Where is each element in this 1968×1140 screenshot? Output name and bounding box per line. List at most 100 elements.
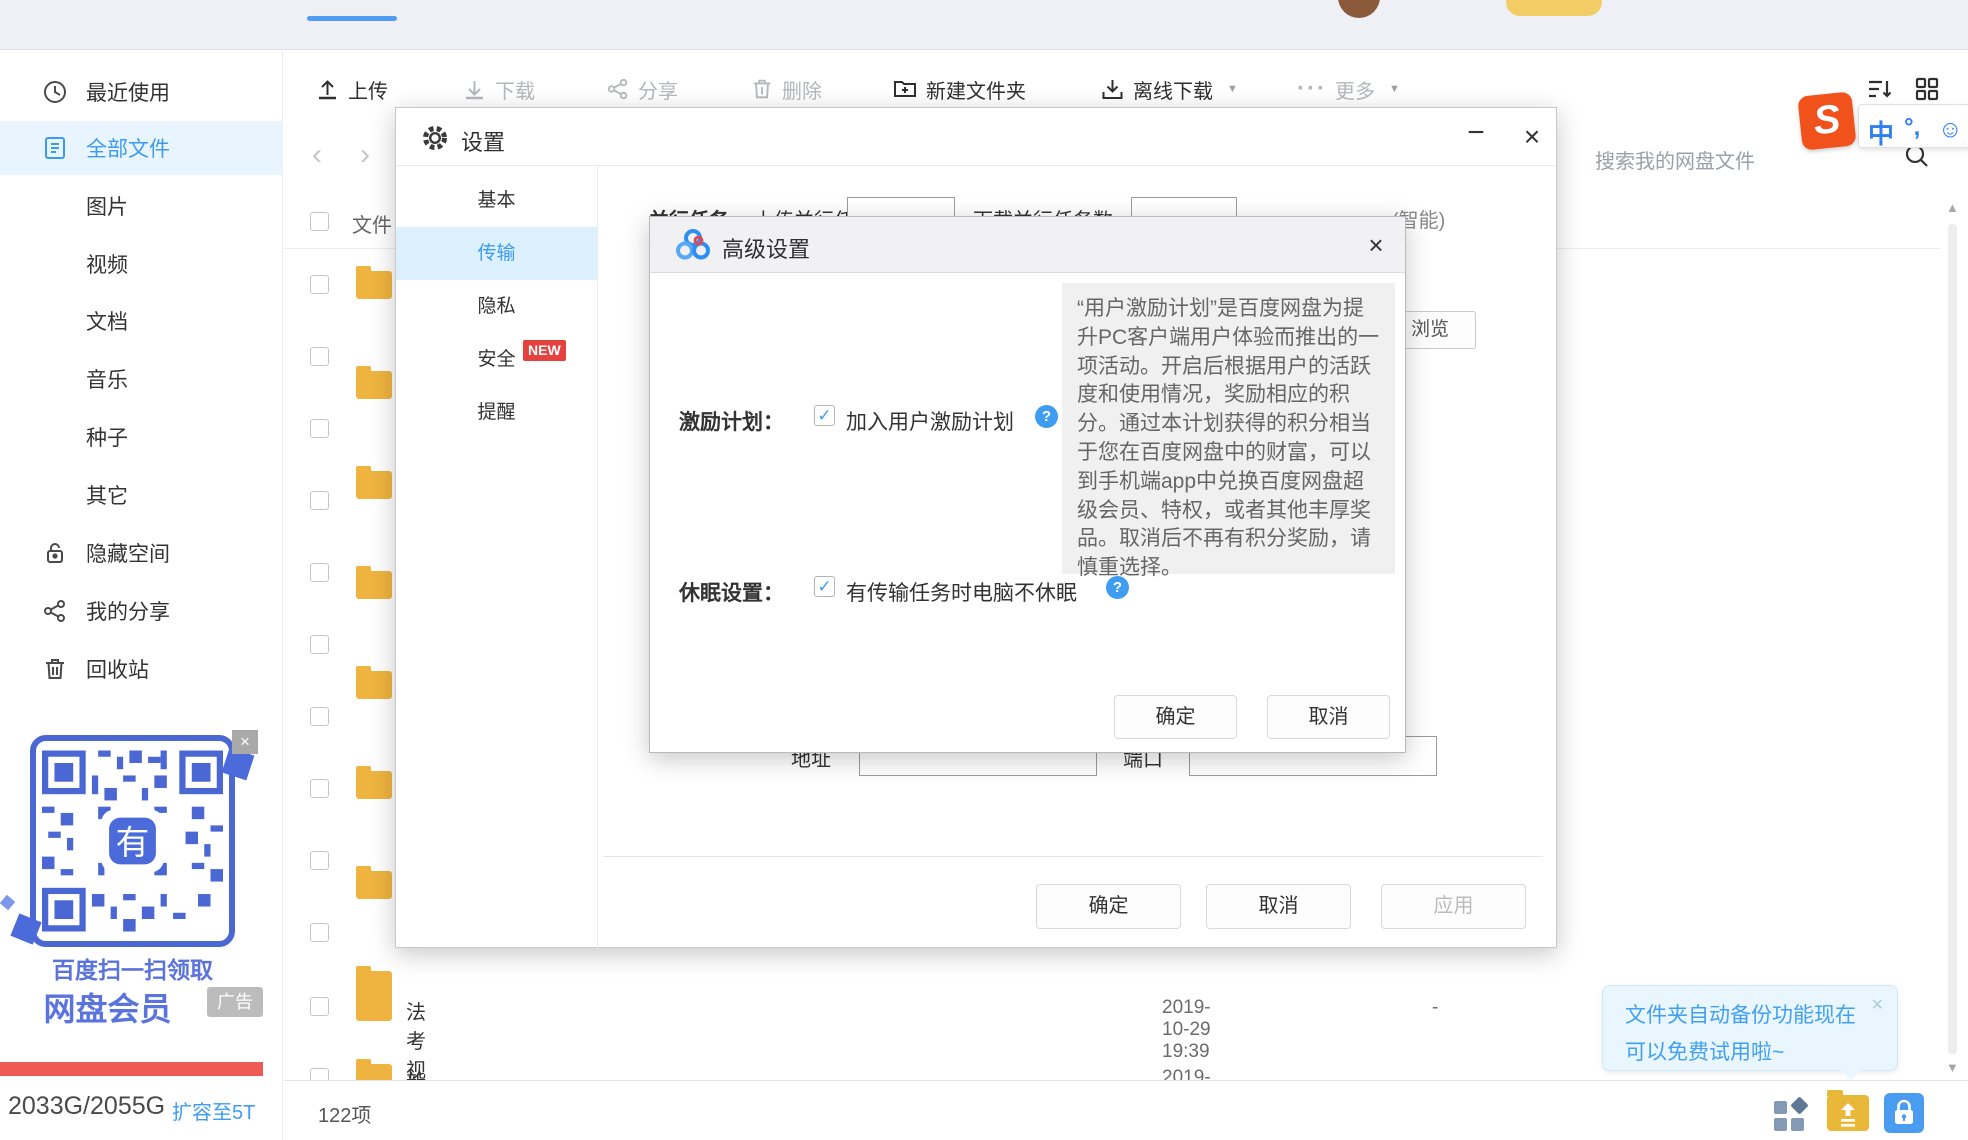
row-checkbox[interactable]	[310, 779, 329, 798]
tab-privacy[interactable]: 隐私	[396, 280, 597, 333]
sidebar-item-pictures[interactable]: 图片	[0, 179, 283, 233]
upload-button[interactable]: 上传	[315, 71, 388, 107]
minimize-icon[interactable]: −	[1458, 116, 1494, 156]
advanced-cancel-button[interactable]: 取消	[1267, 695, 1390, 739]
advanced-dialog-title: 高级设置	[722, 237, 811, 262]
sidebar-item-videos[interactable]: 视频	[0, 237, 283, 291]
row-checkbox[interactable]	[310, 419, 329, 438]
clock-icon	[42, 79, 68, 105]
close-icon[interactable]: ×	[1514, 116, 1550, 156]
chevron-down-icon[interactable]: ▼	[1389, 83, 1400, 95]
active-tab-indicator	[307, 16, 397, 21]
qr-ad-vip-text: 网盘会员	[43, 991, 172, 1027]
sort-list-icon	[1866, 76, 1894, 102]
sidebar-item-all-files[interactable]: 全部文件	[0, 121, 283, 175]
delete-button[interactable]: 删除	[750, 71, 822, 107]
offline-download-icon	[1100, 77, 1125, 102]
settings-dialog-title: 设置	[461, 130, 506, 155]
folder-icon	[356, 988, 392, 1021]
new-badge: NEW	[523, 340, 566, 361]
scrollbar[interactable]: ▲ ▼	[1944, 200, 1960, 1080]
help-icon[interactable]: ?	[1106, 576, 1129, 599]
more-dots-icon: ···	[1297, 75, 1327, 102]
row-checkbox[interactable]	[310, 347, 329, 366]
folder-plus-icon	[892, 76, 918, 102]
help-icon[interactable]: ?	[1035, 405, 1058, 428]
advanced-ok-button[interactable]: 确定	[1114, 695, 1237, 739]
share-button[interactable]: 分享	[606, 71, 678, 107]
qr-code: 有	[42, 750, 223, 932]
folder-icon	[356, 266, 392, 299]
row-checkbox[interactable]	[310, 707, 329, 726]
status-bar: 122项	[284, 1080, 1968, 1140]
folder-icon	[356, 866, 392, 899]
sidebar-item-music[interactable]: 音乐	[0, 352, 283, 406]
settings-apply-button[interactable]: 应用	[1381, 884, 1526, 929]
settings-cancel-button[interactable]: 取消	[1206, 884, 1351, 929]
more-button[interactable]: ··· 更多 ▼	[1297, 71, 1400, 107]
scroll-down-icon[interactable]: ▼	[1946, 1060, 1959, 1075]
scroll-up-icon[interactable]: ▲	[1946, 200, 1959, 215]
upload-icon	[315, 77, 340, 102]
row-checkbox[interactable]	[310, 275, 329, 294]
row-checkbox[interactable]	[310, 997, 329, 1016]
upgrade-storage-link[interactable]: 扩容至5T	[172, 1096, 255, 1125]
lock-icon	[42, 540, 68, 566]
advanced-dialog-header: 高级设置 ×	[650, 217, 1405, 273]
avatar[interactable]	[1338, 0, 1380, 18]
row-checkbox[interactable]	[310, 923, 329, 942]
list-view-button[interactable]	[1866, 71, 1894, 107]
grid-icon	[1914, 76, 1940, 102]
sidebar-item-recycle-bin[interactable]: 回收站	[0, 642, 283, 696]
sidebar: 最近使用 全部文件 图片 视频 文档 音乐 种子 其它 隐藏空间 我的分享 回收…	[0, 51, 283, 1140]
tab-reminder[interactable]: 提醒	[396, 386, 597, 439]
select-all-checkbox[interactable]	[310, 212, 329, 231]
hidden-space-lock-icon[interactable]	[1884, 1093, 1924, 1133]
sidebar-item-hidden-space[interactable]: 隐藏空间	[0, 526, 283, 580]
trash-icon	[42, 656, 68, 682]
offline-download-button[interactable]: 离线下载 ▼	[1100, 71, 1238, 107]
column-header-file[interactable]: 文件	[352, 209, 392, 238]
chevron-down-icon[interactable]: ▼	[1227, 83, 1238, 95]
new-folder-button[interactable]: 新建文件夹	[892, 71, 1026, 107]
row-checkbox[interactable]	[310, 491, 329, 510]
incentive-checkbox[interactable]: ✓	[814, 405, 835, 426]
ime-punctuation-toggle[interactable]: °,	[1904, 114, 1920, 142]
top-tab-strip	[0, 0, 1968, 50]
tab-transfer[interactable]: 传输	[396, 227, 597, 280]
sidebar-item-recent[interactable]: 最近使用	[0, 65, 283, 119]
sidebar-item-documents[interactable]: 文档	[0, 294, 283, 348]
row-checkbox[interactable]	[310, 851, 329, 870]
sidebar-item-my-shares[interactable]: 我的分享	[0, 584, 283, 638]
settings-ok-button[interactable]: 确定	[1036, 884, 1181, 929]
vip-button[interactable]	[1506, 0, 1602, 16]
scrollbar-track[interactable]	[1948, 224, 1957, 1054]
sogou-logo-icon[interactable]: S	[1797, 91, 1857, 151]
forward-button[interactable]: ›	[360, 138, 370, 172]
row-checkbox[interactable]	[310, 563, 329, 582]
ime-emoji-icon[interactable]: ☺	[1938, 116, 1963, 144]
auto-backup-folder-icon[interactable]	[1827, 1090, 1869, 1131]
download-icon	[462, 77, 487, 102]
mini-apps-icon[interactable]	[1772, 1097, 1810, 1133]
row-checkbox[interactable]	[310, 635, 329, 654]
ime-language-toggle[interactable]: 中	[1868, 114, 1894, 151]
sidebar-item-torrents[interactable]: 种子	[0, 410, 283, 464]
qr-code-ad[interactable]: 有	[30, 735, 235, 947]
close-icon[interactable]: ×	[1356, 225, 1396, 265]
sidebar-item-others[interactable]: 其它	[0, 468, 283, 522]
sleep-checkbox[interactable]: ✓	[814, 576, 835, 597]
folder-icon	[356, 566, 392, 599]
item-count: 122项	[318, 1105, 372, 1127]
qr-ad-scan-text: 百度扫一扫领取	[52, 957, 213, 983]
grid-view-button[interactable]	[1914, 71, 1940, 107]
download-button[interactable]: 下载	[462, 71, 535, 107]
trash-icon	[750, 77, 774, 101]
qr-close-icon[interactable]: ×	[232, 730, 258, 754]
tab-basic[interactable]: 基本	[396, 174, 597, 227]
back-button[interactable]: ‹	[312, 138, 322, 172]
storage-usage-bar	[0, 1062, 263, 1076]
close-icon[interactable]: ×	[1871, 994, 1883, 1017]
search-placeholder: 搜索我的网盘文件	[1595, 151, 1755, 173]
tab-security[interactable]: 安全 NEW	[396, 333, 597, 386]
